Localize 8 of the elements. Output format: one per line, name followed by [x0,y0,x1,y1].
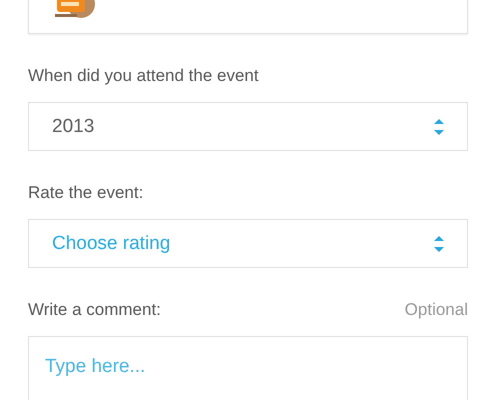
field-label: Rate the event: [28,183,144,203]
comment-field[interactable]: Type here... [28,336,468,400]
optional-note: Optional [404,300,468,320]
select-field[interactable]: 2013 [28,102,468,151]
spinner-icon [433,234,445,254]
field-label: Write a comment: [28,300,161,320]
spinner-icon [433,116,445,136]
field-label: When did you attend the event [28,66,259,86]
